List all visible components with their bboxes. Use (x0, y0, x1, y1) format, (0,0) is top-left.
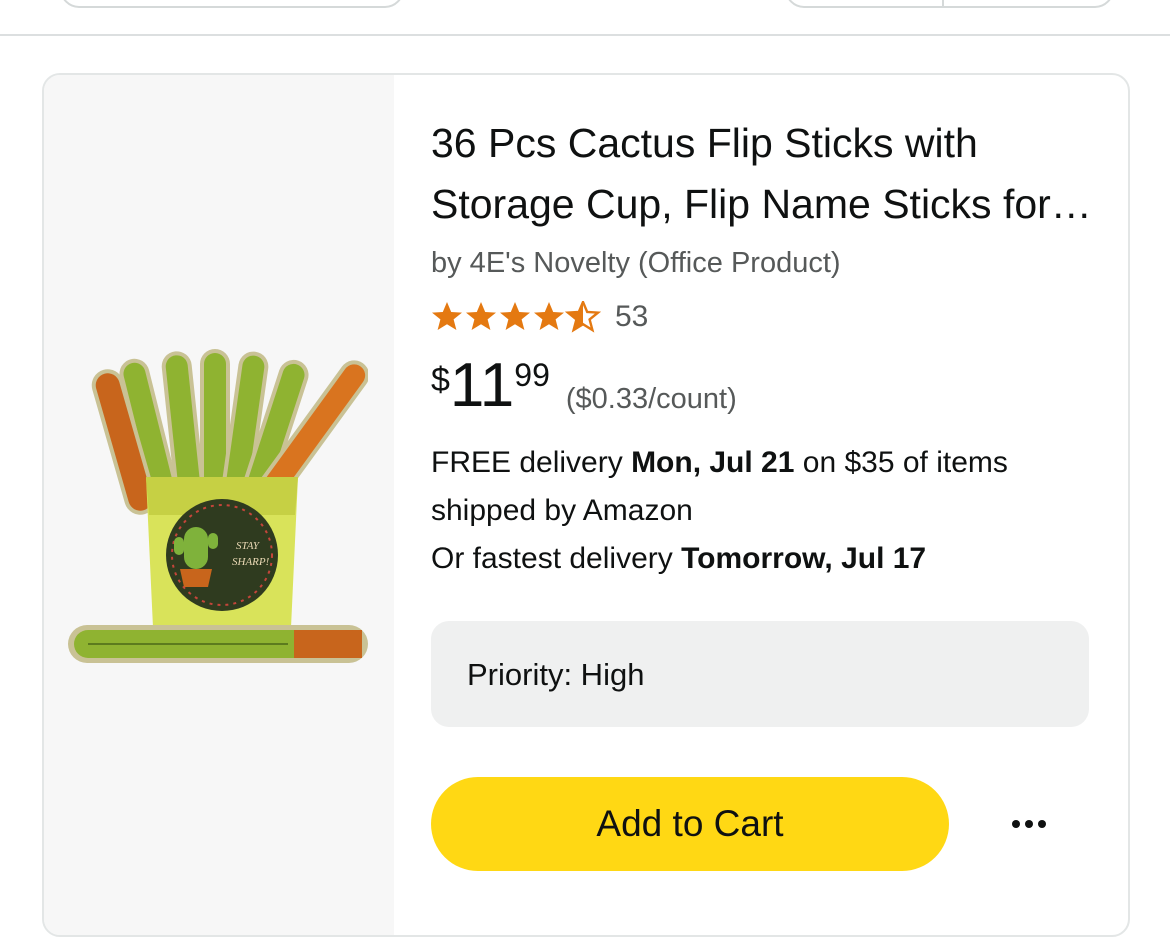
top-toolbar (0, 0, 1170, 36)
star-icon (466, 302, 496, 330)
search-pill[interactable] (60, 0, 404, 8)
product-title[interactable]: 36 Pcs Cactus Flip Sticks with Storage C… (431, 113, 1101, 235)
svg-text:STAY: STAY (236, 540, 261, 552)
star-icon (500, 302, 530, 330)
price-whole: 11 (449, 351, 515, 420)
half-star-icon (566, 301, 600, 332)
price-fraction: 99 (514, 357, 550, 393)
svg-text:SHARP!: SHARP! (232, 556, 270, 568)
fast-delivery-prefix: Or fastest delivery (431, 542, 682, 575)
more-options-icon[interactable] (999, 797, 1059, 851)
product-info: 36 Pcs Cactus Flip Sticks with Storage C… (431, 113, 1101, 583)
unit-price: ($0.33/count) (565, 383, 737, 415)
price-symbol: $ (431, 361, 450, 399)
dot (1025, 820, 1033, 828)
dot (1012, 820, 1020, 828)
free-delivery-prefix: FREE delivery (431, 446, 632, 479)
star-rating (431, 301, 601, 333)
segment-divider (942, 0, 944, 6)
delivery-info: FREE delivery Mon, Jul 21 on $35 of item… (431, 439, 1101, 583)
fast-delivery-date: Tomorrow, Jul 17 (681, 542, 927, 575)
product-image[interactable]: STAY SHARP! (44, 75, 394, 935)
segmented-control[interactable] (785, 0, 1114, 8)
priority-selector[interactable]: Priority: High (431, 621, 1089, 727)
dot (1038, 820, 1046, 828)
add-to-cart-button[interactable]: Add to Cart (431, 777, 949, 871)
product-card: STAY SHARP! 36 Pcs Cactus Flip Sticks wi… (42, 73, 1130, 937)
rating-row[interactable]: 53 (431, 297, 1101, 337)
star-icon (534, 302, 564, 330)
star-icons (432, 301, 600, 332)
star-icon (432, 302, 462, 330)
free-delivery-date: Mon, Jul 21 (631, 446, 795, 479)
price: $ 11 99 ($0.33/count) (431, 351, 1101, 421)
rating-count[interactable]: 53 (615, 300, 648, 334)
brand-byline[interactable]: by 4E's Novelty (Office Product) (431, 243, 1101, 283)
cactus-cup-image: STAY SHARP! (68, 349, 368, 663)
priority-label: Priority: High (467, 657, 645, 692)
